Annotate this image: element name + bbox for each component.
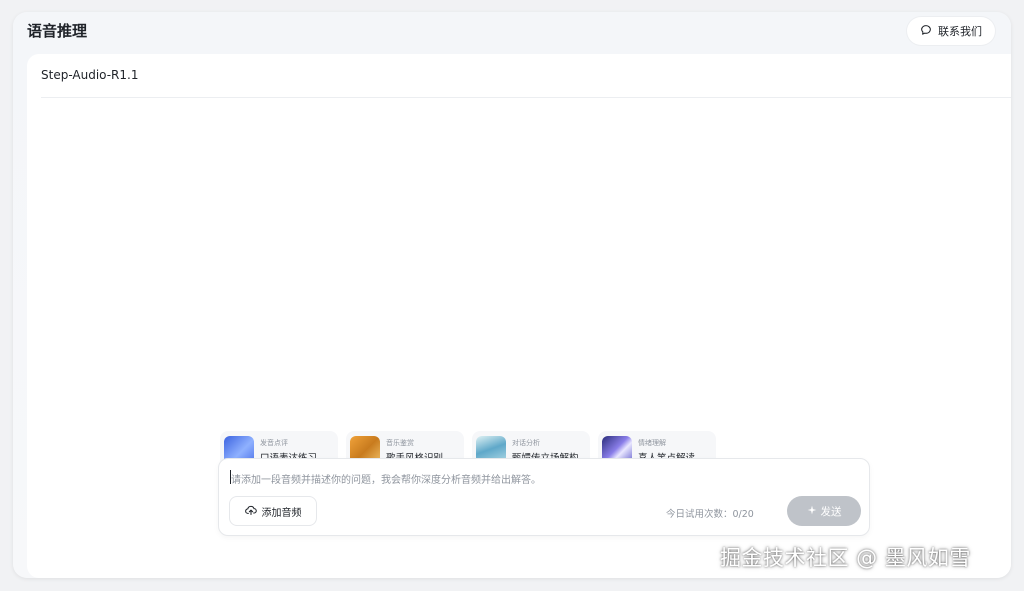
sparkle-icon bbox=[807, 505, 817, 518]
add-audio-button[interactable]: 添加音频 bbox=[229, 496, 317, 526]
send-label: 发送 bbox=[820, 505, 842, 518]
daily-quota: 今日试用次数：0/20 bbox=[666, 509, 754, 520]
cloud-upload-icon bbox=[244, 504, 257, 519]
page-title: 语音推理 bbox=[27, 22, 88, 40]
suggestion-category: 发音点评 bbox=[260, 439, 288, 447]
model-name: Step-Audio-R1.1 bbox=[41, 68, 139, 82]
contact-us-label: 联系我们 bbox=[938, 25, 982, 38]
app-window: 语音推理 联系我们 Step-Audio-R1.1 发音点评 口语表达练习 音乐… bbox=[13, 12, 1011, 578]
prompt-input[interactable]: 请添加一段音频并描述你的问题，我会帮你深度分析音频并给出解答。 bbox=[231, 471, 541, 486]
contact-us-button[interactable]: 联系我们 bbox=[907, 17, 995, 45]
divider bbox=[41, 97, 1011, 98]
add-audio-label: 添加音频 bbox=[261, 507, 302, 519]
watermark: 掘金技术社区 @ 墨风如雪 bbox=[720, 546, 971, 570]
suggestion-category: 情绪理解 bbox=[638, 439, 666, 447]
send-button[interactable]: 发送 bbox=[787, 496, 861, 526]
chat-bubble-icon bbox=[920, 24, 932, 39]
prompt-composer[interactable]: 请添加一段音频并描述你的问题，我会帮你深度分析音频并给出解答。 添加音频 今日试… bbox=[218, 458, 870, 536]
suggestion-category: 对话分析 bbox=[512, 439, 540, 447]
suggestion-category: 音乐鉴赏 bbox=[386, 439, 414, 447]
